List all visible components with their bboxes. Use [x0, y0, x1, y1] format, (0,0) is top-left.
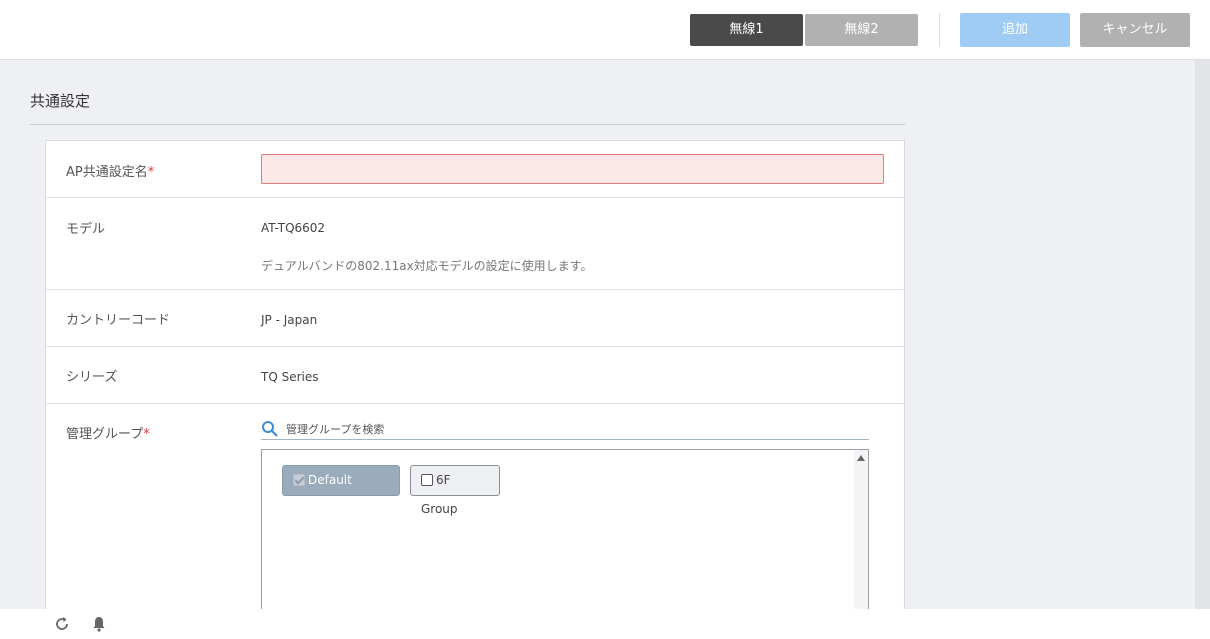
country-code-label: カントリーコード — [66, 313, 171, 328]
required-mark: * — [147, 165, 155, 180]
tab-wireless-2[interactable]: 無線2 — [805, 14, 918, 46]
ap-common-setting-name-input[interactable] — [261, 154, 884, 184]
group-search — [261, 420, 869, 440]
row-management-group: 管理グループ* Default Group 6F Group — [46, 404, 904, 639]
section-divider — [30, 124, 905, 125]
search-icon[interactable] — [261, 420, 279, 438]
top-toolbar: 無線1 無線2 追加 キャンセル — [0, 0, 1210, 60]
series-value: TQ Series — [261, 370, 319, 384]
row-model: モデル AT-TQ6602 デュアルバンドの802.11ax対応モデルの設定に使… — [46, 198, 904, 290]
group-chip-6f[interactable]: 6F Group — [410, 465, 500, 516]
page-scrollbar[interactable] — [1195, 60, 1210, 609]
name-label: AP共通設定名* — [66, 165, 155, 180]
settings-panel: AP共通設定名* モデル AT-TQ6602 デュアルバンドの802.11ax対… — [45, 140, 905, 639]
model-description: デュアルバンドの802.11ax対応モデルの設定に使用します。 — [261, 259, 593, 273]
series-label: シリーズ — [66, 370, 118, 385]
tab-wireless-1[interactable]: 無線1 — [690, 14, 803, 46]
refresh-icon[interactable] — [52, 614, 72, 634]
group-search-input[interactable] — [286, 421, 856, 437]
checkbox-checked-disabled — [293, 474, 305, 486]
cancel-button[interactable]: キャンセル — [1080, 13, 1190, 47]
toolbar-divider — [939, 13, 940, 47]
management-group-label: 管理グループ* — [66, 427, 150, 442]
row-country-code: カントリーコード JP - Japan — [46, 290, 904, 347]
group-chip-default: Default Group — [282, 465, 400, 516]
required-mark: * — [143, 427, 150, 442]
row-series: シリーズ TQ Series — [46, 347, 904, 404]
add-button[interactable]: 追加 — [960, 13, 1070, 47]
bottom-bar — [0, 609, 1210, 639]
bell-icon[interactable] — [89, 614, 109, 634]
row-name: AP共通設定名* — [46, 141, 904, 198]
country-code-value: JP - Japan — [261, 313, 318, 327]
model-label: モデル — [66, 222, 106, 237]
model-value: AT-TQ6602 — [261, 221, 326, 235]
scroll-up-arrow-icon[interactable] — [857, 455, 865, 461]
checkbox[interactable] — [421, 474, 433, 486]
section-title: 共通設定 — [30, 92, 91, 110]
